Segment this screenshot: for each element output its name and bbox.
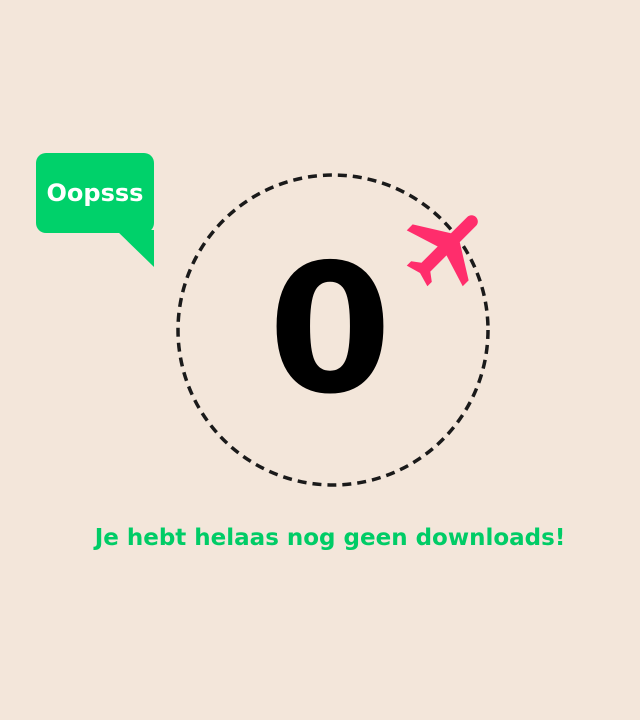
speech-bubble-tail: [116, 230, 154, 267]
oops-speech-bubble: Oopsss: [36, 153, 154, 233]
empty-state-message: Je hebt helaas nog geen downloads!: [94, 525, 566, 551]
oops-label: Oopsss: [46, 179, 144, 207]
airplane-icon: [406, 215, 478, 287]
empty-downloads-screen: 0 Oopsss Je hebt helaas nog geen downloa…: [0, 0, 640, 720]
